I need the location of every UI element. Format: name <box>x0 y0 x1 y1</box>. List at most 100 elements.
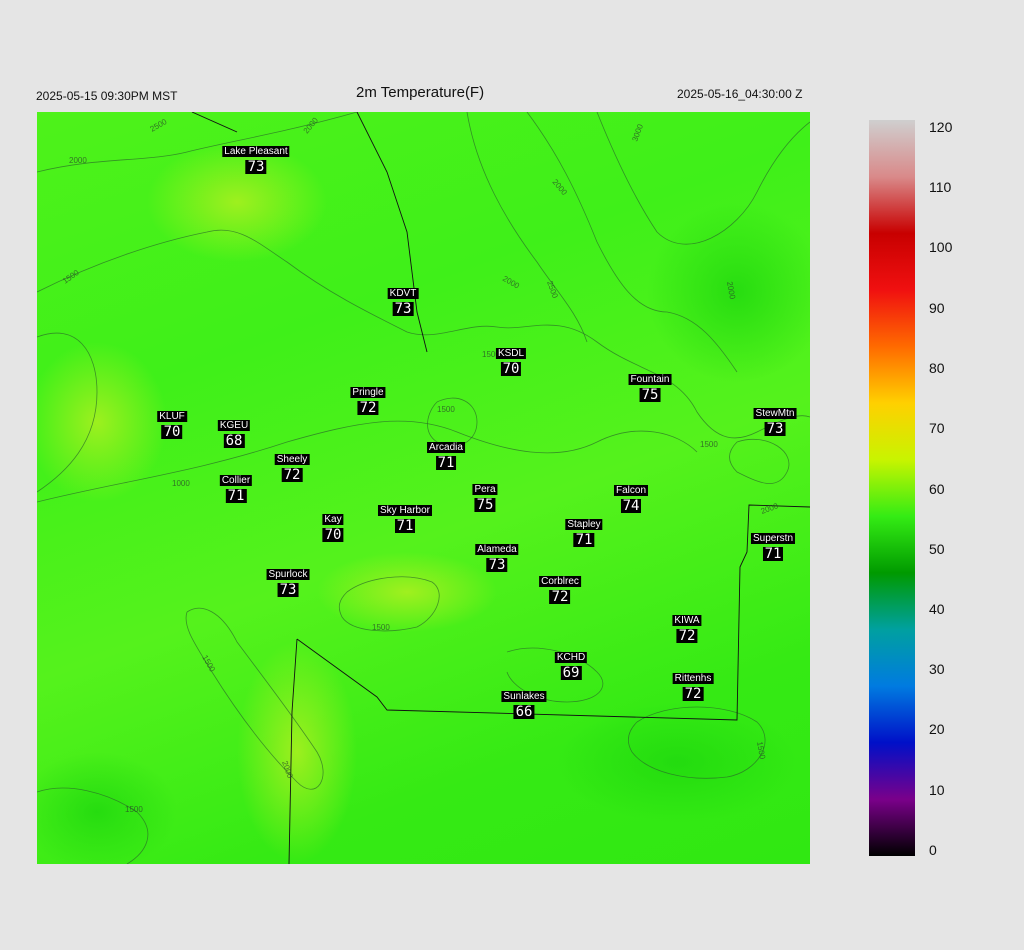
colorbar-tick: 50 <box>929 541 945 557</box>
contour-label: 2000 <box>501 274 521 291</box>
station-temp: 75 <box>639 387 661 403</box>
station-name: Lake Pleasant <box>222 146 290 157</box>
contour-label: 3000 <box>630 122 645 142</box>
contour-label: 1500 <box>200 654 217 674</box>
temperature-map[interactable]: 2500 2000 2000 3000 1500 2000 2500 2000 … <box>37 112 810 864</box>
station-superstn[interactable]: Superstn 71 <box>750 528 796 562</box>
temperature-colorbar <box>869 120 915 856</box>
station-temp: 70 <box>322 527 344 543</box>
colorbar-tick: 40 <box>929 601 945 617</box>
station-temp: 74 <box>620 498 642 514</box>
station-pringle[interactable]: Pringle 72 <box>350 382 386 416</box>
station-temp: 70 <box>161 424 183 440</box>
station-ksdl[interactable]: KSDL 70 <box>495 343 527 377</box>
station-temp: 70 <box>500 361 522 377</box>
contour-label: 1500 <box>61 268 81 286</box>
station-temp: 72 <box>549 589 571 605</box>
colorbar-tick: 30 <box>929 661 945 677</box>
station-name: Corblrec <box>539 576 581 587</box>
station-collier[interactable]: Collier 71 <box>219 470 253 504</box>
station-kgeu[interactable]: KGEU 68 <box>217 415 251 449</box>
station-falcon[interactable]: Falcon 74 <box>613 480 649 514</box>
contour-label: 2000 <box>550 178 569 198</box>
station-name: KDVT <box>387 288 419 299</box>
contour-label: 2000 <box>760 501 780 516</box>
local-time-label: 2025-05-15 09:30PM MST <box>36 89 178 103</box>
station-name: Pringle <box>350 387 386 398</box>
station-name: KLUF <box>157 411 187 422</box>
cool-area <box>557 702 797 822</box>
station-temp: 68 <box>223 433 245 449</box>
colorbar-tick: 80 <box>929 360 945 376</box>
contour-label: 2500 <box>149 117 169 134</box>
station-temp: 71 <box>762 546 784 562</box>
station-name: StewMtn <box>753 408 797 419</box>
station-name: KCHD <box>554 652 588 663</box>
station-name: Rittenhs <box>672 673 714 684</box>
station-fountain[interactable]: Fountain 75 <box>628 369 672 403</box>
station-temp: 71 <box>394 518 416 534</box>
station-name: Collier <box>219 475 253 486</box>
station-pera[interactable]: Pera 75 <box>472 479 498 513</box>
station-name: Superstn <box>750 533 796 544</box>
colorbar-tick: 20 <box>929 721 945 737</box>
station-name: Arcadia <box>427 442 465 453</box>
station-rittenhs[interactable]: Rittenhs 72 <box>672 668 714 702</box>
contour-label: 2000 <box>69 156 87 165</box>
colorbar-tick: 120 <box>929 119 953 135</box>
colorbar-tick: 60 <box>929 481 945 497</box>
station-sheely[interactable]: Sheely 72 <box>274 449 310 483</box>
station-name: KIWA <box>672 615 702 626</box>
station-lake-pleasant[interactable]: Lake Pleasant 73 <box>222 141 290 174</box>
contour-label: 2000 <box>302 115 321 135</box>
colorbar-tick: 110 <box>929 179 952 195</box>
station-sunlakes[interactable]: Sunlakes 66 <box>501 686 547 720</box>
contour-label: 1500 <box>700 440 718 449</box>
station-sky-harbor[interactable]: Sky Harbor 71 <box>377 500 433 534</box>
station-name: KGEU <box>217 420 251 431</box>
station-name: Spurlock <box>266 569 310 580</box>
station-temp: 71 <box>573 532 595 548</box>
station-stewmtn[interactable]: StewMtn 73 <box>753 403 797 437</box>
station-temp: 73 <box>764 421 786 437</box>
station-kluf[interactable]: KLUF 70 <box>157 406 187 439</box>
station-name: Sheely <box>274 454 310 465</box>
colorbar-tick: 90 <box>929 300 945 316</box>
station-kdvt[interactable]: KDVT 73 <box>387 283 419 317</box>
contour-label: 1000 <box>172 479 190 488</box>
station-temp: 71 <box>225 488 247 504</box>
contour-label: 2500 <box>545 280 560 300</box>
station-stapley[interactable]: Stapley 71 <box>565 514 603 548</box>
station-temp: 73 <box>392 301 414 317</box>
station-alameda[interactable]: Alameda 73 <box>475 539 519 572</box>
station-temp: 72 <box>281 467 303 483</box>
station-name: Alameda <box>475 544 519 555</box>
station-temp: 75 <box>474 497 496 513</box>
colorbar-tick: 100 <box>929 239 953 255</box>
station-name: Pera <box>472 484 498 495</box>
station-temp: 73 <box>277 582 299 598</box>
station-temp: 72 <box>357 400 379 416</box>
station-arcadia[interactable]: Arcadia 71 <box>427 437 465 470</box>
utc-time-label: 2025-05-16_04:30:00 Z <box>677 87 803 101</box>
station-temp: 72 <box>682 686 704 702</box>
station-name: Falcon <box>613 485 649 496</box>
station-name: Kay <box>322 514 344 525</box>
colorbar-tick: 70 <box>929 420 945 436</box>
station-temp: 71 <box>435 455 457 471</box>
station-temp: 72 <box>676 628 698 644</box>
station-kay[interactable]: Kay 70 <box>322 509 344 543</box>
station-corblrec[interactable]: Corblrec 72 <box>539 571 581 604</box>
station-name: Fountain <box>628 374 672 385</box>
colorbar-tick: 0 <box>929 842 937 858</box>
contour-label: 1500 <box>437 405 455 414</box>
station-kchd[interactable]: KCHD 69 <box>554 647 588 680</box>
contour-label: 1500 <box>125 805 143 814</box>
station-kiwa[interactable]: KIWA 72 <box>672 610 702 644</box>
colorbar-tick: 10 <box>929 782 945 798</box>
station-temp: 66 <box>513 704 535 720</box>
contour-label: 1500 <box>372 623 390 632</box>
station-spurlock[interactable]: Spurlock 73 <box>266 564 310 598</box>
station-name: KSDL <box>495 348 527 359</box>
cool-area <box>37 752 177 864</box>
